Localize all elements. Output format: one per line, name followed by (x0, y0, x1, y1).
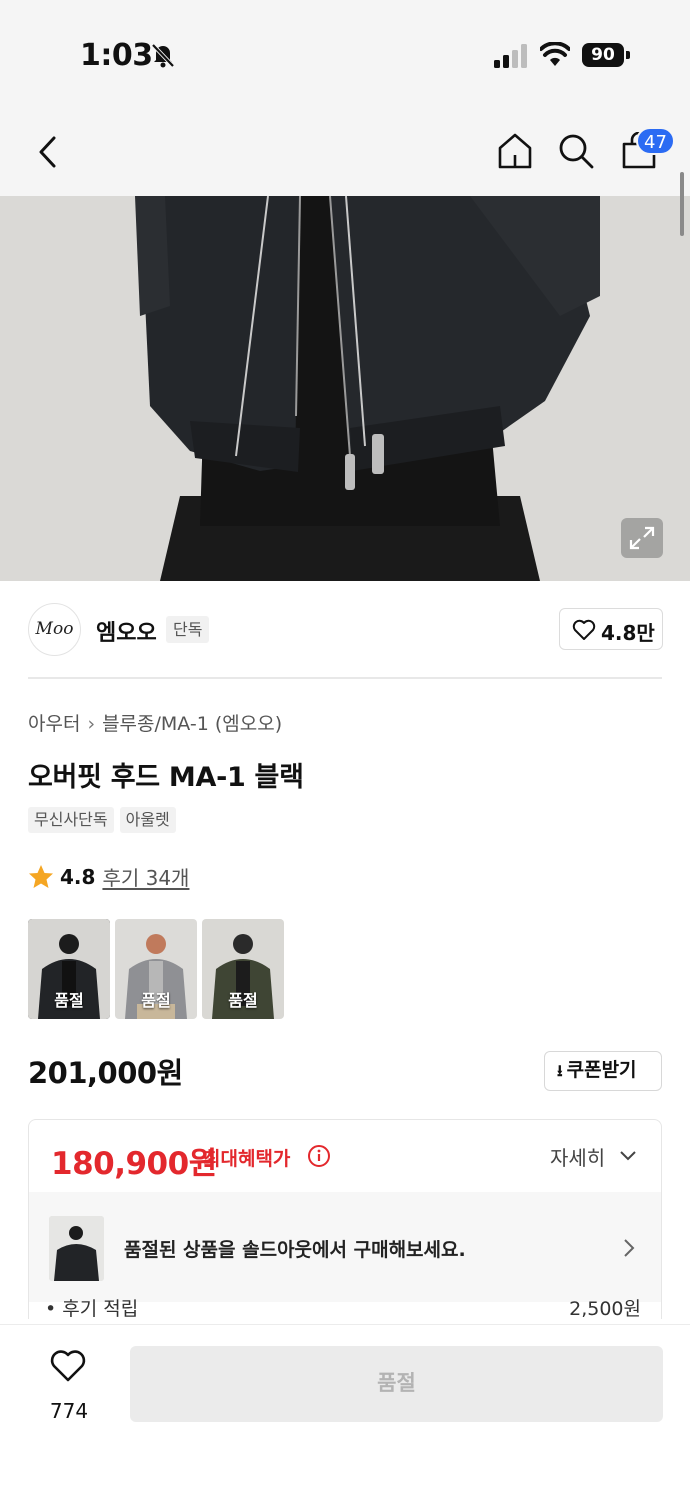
review-reward-label: • 후기 적립 (45, 1298, 139, 1319)
rating-score: 4.8 (60, 864, 96, 889)
product-main-image[interactable] (0, 196, 690, 581)
product-tags: 무신사단독 아울렛 (28, 807, 176, 833)
brand-name[interactable]: 엠오오 (96, 615, 157, 647)
max-benefit-label: 최대혜택가 (203, 1148, 291, 1170)
brand-logo[interactable]: Moo (28, 603, 81, 656)
review-count-link[interactable]: 후기 34개 (102, 862, 189, 891)
info-icon[interactable] (307, 1144, 331, 1168)
rating-row: 4.8 후기 34개 (28, 862, 189, 891)
detail-toggle-label[interactable]: 자세히 (550, 1142, 605, 1171)
banner-product-image (49, 1216, 104, 1281)
expand-image-button[interactable] (621, 518, 663, 558)
original-price: 201,000원 (28, 1056, 183, 1090)
color-options: 품절 품절 품절 (28, 919, 284, 1019)
download-icon: ⭳ (557, 1061, 563, 1080)
back-arrow-icon[interactable] (36, 134, 60, 170)
cellular-signal-icon (494, 44, 527, 68)
max-benefit-price: 180,900원 (51, 1146, 217, 1182)
heart-icon (572, 619, 596, 640)
tag-exclusive: 무신사단독 (28, 807, 114, 833)
banner-product-thumb (49, 1216, 104, 1281)
review-reward-value: 2,500원 (569, 1298, 641, 1319)
breadcrumb-subcategory[interactable]: 블루종/MA-1 (엠오오) (102, 713, 282, 735)
color-option-black[interactable]: 품절 (28, 919, 110, 1019)
battery-level: 90 (582, 43, 624, 67)
battery-tip (626, 51, 630, 59)
bell-muted-icon (151, 43, 175, 68)
product-title: 오버핏 후드 MA-1 블랙 (28, 762, 304, 793)
product-photo (0, 196, 690, 581)
soldout-message: 품절된 상품을 솔드아웃에서 구매해보세요. (124, 1239, 466, 1261)
divider (28, 677, 662, 679)
breadcrumb: 아우터 › 블루종/MA-1 (엠오오) (28, 709, 282, 736)
exclusive-tag: 단독 (166, 616, 210, 643)
soldout-purchase-button[interactable]: 품절 (130, 1346, 663, 1422)
heart-icon (50, 1350, 86, 1382)
breadcrumb-category[interactable]: 아우터 (28, 713, 80, 735)
search-icon[interactable] (557, 132, 595, 170)
scroll-indicator (680, 172, 684, 236)
color-option-khaki[interactable]: 품절 (202, 919, 284, 1019)
expand-icon (629, 526, 655, 550)
status-time: 1:03 (80, 38, 153, 73)
chevron-right-icon: › (87, 713, 96, 735)
tag-outlet: 아울렛 (119, 807, 176, 833)
chevron-down-icon[interactable] (619, 1150, 637, 1162)
wishlist-button[interactable]: 774 (46, 1349, 92, 1433)
soldout-label: 품절 (54, 991, 84, 1010)
battery-indicator: 90 (582, 43, 630, 67)
benefit-card: 180,900원 최대혜택가 자세히 품절된 상품을 솔드아웃에서 구매해보세요… (28, 1119, 662, 1319)
review-reward-row: • 후기 적립 2,500원 (29, 1294, 661, 1319)
chevron-right-icon (624, 1239, 635, 1257)
coupon-download-button[interactable]: ⭳ 쿠폰받기 (544, 1051, 662, 1091)
status-bar: 1:03 90 (0, 0, 690, 108)
wifi-icon (540, 42, 570, 66)
bottom-action-bar: 774 품절 (0, 1324, 690, 1500)
brand-like-button[interactable]: 4.8만 (559, 608, 663, 650)
coupon-label: 쿠폰받기 (566, 1059, 637, 1081)
top-nav: 47 (0, 108, 690, 196)
brand-like-count: 4.8만 (601, 621, 655, 645)
color-option-gray[interactable]: 품절 (115, 919, 197, 1019)
star-icon (29, 864, 53, 888)
cart-count-badge: 47 (636, 127, 675, 155)
home-icon[interactable] (496, 132, 534, 170)
soldout-banner[interactable]: 품절된 상품을 솔드아웃에서 구매해보세요. (29, 1192, 661, 1302)
soldout-label: 품절 (228, 991, 258, 1010)
soldout-label: 품절 (141, 991, 171, 1010)
wishlist-count: 774 (49, 1399, 89, 1423)
